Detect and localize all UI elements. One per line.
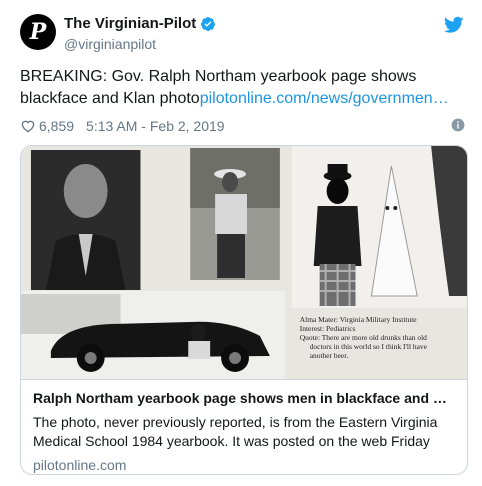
account-info: The Virginian-Pilot @virginianpilot — [64, 14, 216, 53]
tweet-text: BREAKING: Gov. Ralph Northam yearbook pa… — [20, 66, 465, 110]
info-icon[interactable] — [451, 118, 465, 132]
verified-badge-icon — [201, 16, 216, 31]
account-handle[interactable]: @virginianpilot — [64, 35, 216, 53]
tweet-timestamp[interactable]: 5:13 AM - Feb 2, 2019 — [86, 118, 225, 134]
caption-line-1: Alma Mater: Virginia Military Institute — [300, 315, 418, 324]
embedded-tweet: P The Virginian-Pilot @virginianpilot BR… — [0, 0, 482, 486]
card-title[interactable]: Ralph Northam yearbook page shows men in… — [33, 389, 455, 407]
tweet-link[interactable]: pilotonline.com/news/governmen… — [200, 90, 449, 107]
account-name-row[interactable]: The Virginian-Pilot — [64, 14, 216, 33]
caption-line-5: another beer. — [310, 351, 349, 360]
link-card[interactable]: Alma Mater: Virginia Military Institute … — [20, 145, 468, 475]
caption-line-2: Interest: Pediatrics — [300, 324, 356, 333]
yearbook-photo[interactable]: Alma Mater: Virginia Military Institute … — [21, 146, 467, 380]
caption-line-3: Quote: There are more old drunks than ol… — [300, 333, 427, 342]
card-description: The photo, never previously reported, is… — [33, 414, 438, 449]
card-domain: pilotonline.com — [33, 457, 127, 473]
card-body: Ralph Northam yearbook page shows men in… — [21, 380, 467, 473]
display-name[interactable]: The Virginian-Pilot — [64, 14, 196, 33]
tweet-meta: 6,859 5:13 AM - Feb 2, 2019 — [20, 116, 465, 136]
like-count[interactable]: 6,859 — [39, 118, 74, 134]
caption-line-4: doctors in this world so I think I'll ha… — [310, 342, 428, 351]
account-avatar[interactable]: P — [20, 14, 56, 50]
heart-icon[interactable] — [20, 118, 36, 134]
twitter-bird-icon[interactable] — [444, 16, 464, 34]
